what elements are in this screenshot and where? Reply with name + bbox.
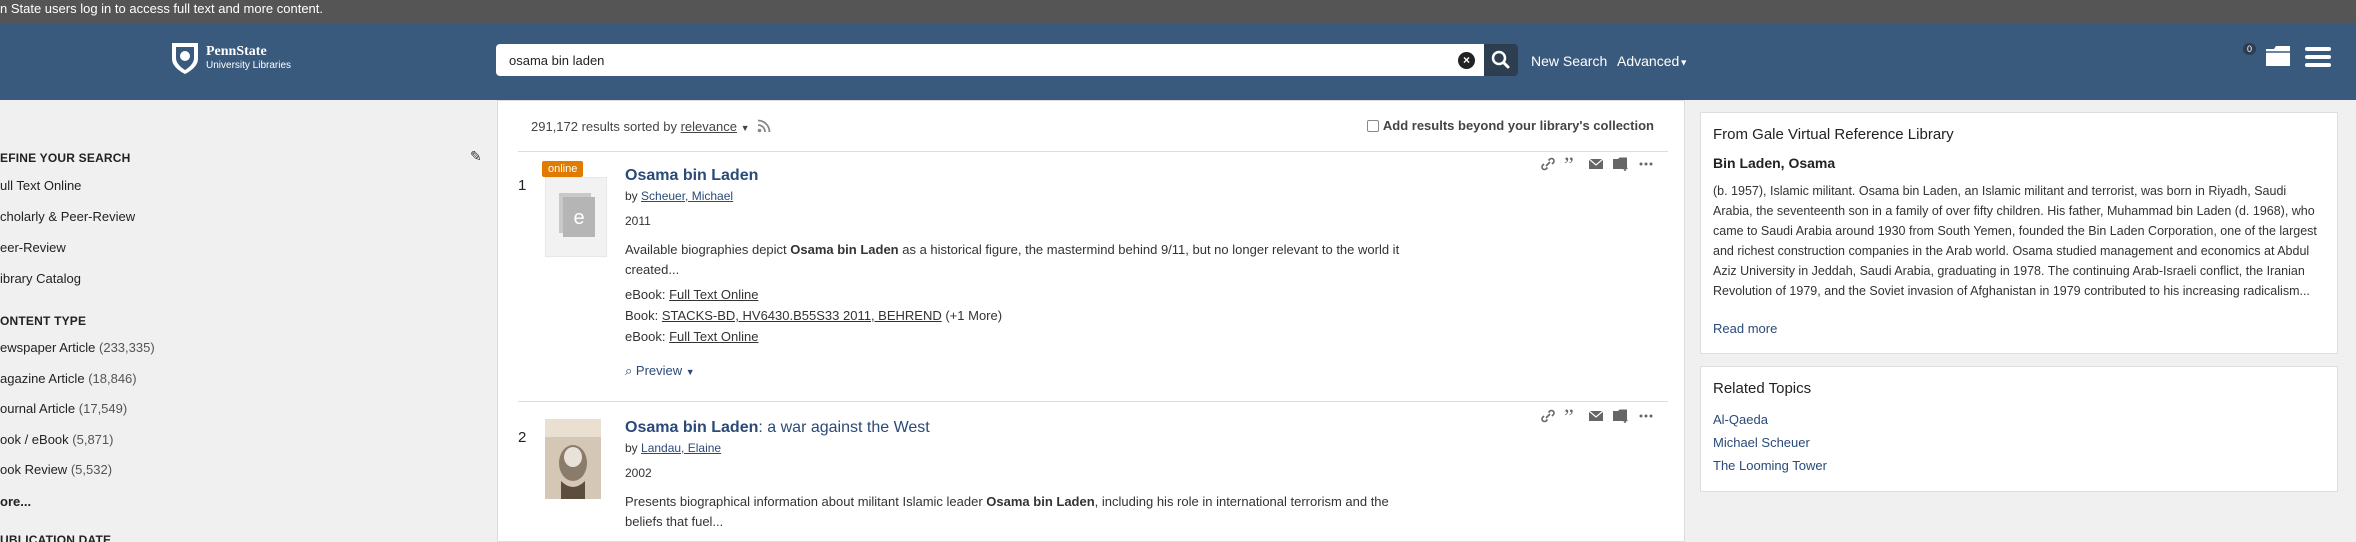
search-input[interactable] [496, 44, 1436, 76]
filter-peer-review[interactable]: eer-Review [0, 240, 66, 255]
caret-down-icon: ▼ [1679, 57, 1689, 68]
hamburger-menu-icon[interactable] [2305, 47, 2331, 71]
content-type-item[interactable]: ournal Article (17,549) [0, 401, 127, 416]
folder-icon[interactable] [2265, 45, 2291, 67]
beyond-checkbox[interactable] [1366, 119, 1379, 132]
result-number: 2 [518, 429, 527, 446]
clear-search-icon[interactable]: × [1458, 52, 1475, 69]
sort-dropdown[interactable]: relevance [681, 119, 737, 134]
publication-date-heading: UBLICATION DATE [0, 533, 112, 542]
result-title[interactable]: Osama bin Laden: a war against the West [625, 419, 930, 437]
login-notice: n State users log in to access full text… [0, 0, 2356, 23]
quote-icon[interactable]: ” [1564, 157, 1580, 171]
svg-text:e: e [573, 207, 584, 229]
filter-full-text-online[interactable]: ull Text Online [0, 178, 81, 193]
related-heading: Related Topics [1713, 380, 1812, 397]
caret-down-icon: ▼ [740, 123, 750, 133]
logo-title: PennState [206, 44, 267, 59]
results-panel: 291,172 results sorted by relevance ▼ Ad… [497, 100, 1685, 542]
filter-scholarly[interactable]: cholarly & Peer-Review [0, 209, 135, 224]
result-actions: ” [1540, 409, 1654, 423]
pennstate-logo[interactable]: PennState University Libraries [170, 41, 291, 75]
related-topic-link[interactable]: Michael Scheuer [1713, 435, 1810, 450]
add-folder-icon[interactable] [1612, 409, 1630, 423]
author-link[interactable]: Landau, Elaine [641, 441, 721, 455]
link-icon[interactable] [1540, 409, 1556, 423]
related-topic-link[interactable]: The Looming Tower [1713, 458, 1827, 473]
advanced-dropdown[interactable]: Advanced▼ [1617, 53, 1688, 69]
search-box: × [496, 44, 1484, 76]
divider [518, 401, 1668, 402]
access-line: eBook: Full Text Online [625, 287, 759, 302]
online-badge: online [542, 161, 584, 177]
result-title[interactable]: Osama bin Laden [625, 167, 758, 185]
svg-text:”: ” [1564, 409, 1574, 423]
sidebar: EFINE YOUR SEARCH ✎ ull Text Online chol… [0, 100, 494, 542]
result-actions: ” [1540, 157, 1654, 171]
full-text-link[interactable]: Full Text Online [669, 287, 758, 302]
holding-link[interactable]: STACKS-BD, HV6430.B55S33 2011, BEHREND [662, 308, 942, 323]
email-icon[interactable] [1588, 409, 1604, 423]
beyond-label: Add results beyond your library's collec… [1382, 118, 1654, 133]
logo-subtitle: University Libraries [206, 60, 292, 71]
rss-icon[interactable] [757, 119, 771, 133]
refine-heading: EFINE YOUR SEARCH [0, 151, 131, 165]
result-description: Available biographies depict Osama bin L… [625, 242, 1400, 277]
content-type-more[interactable]: ore... [0, 494, 31, 509]
quote-icon[interactable]: ” [1564, 409, 1580, 423]
author-link[interactable]: Scheuer, Michael [641, 189, 733, 203]
add-folder-icon[interactable] [1612, 157, 1630, 171]
folder-count-badge: 0 [2243, 43, 2257, 55]
holding-line: Book: STACKS-BD, HV6430.B55S33 2011, BEH… [625, 308, 1003, 323]
link-icon[interactable] [1540, 157, 1556, 171]
access-line: eBook: Full Text Online [625, 329, 759, 344]
content-type-item[interactable]: agazine Article (18,846) [0, 371, 137, 386]
result-author-line: by Landau, Elaine [625, 441, 722, 455]
svg-text:”: ” [1564, 157, 1574, 171]
result-author-line: by Scheuer, Michael [625, 189, 734, 203]
full-text-link[interactable]: Full Text Online [669, 329, 758, 344]
email-icon[interactable] [1588, 157, 1604, 171]
magnifier-icon: ⌕ [625, 363, 633, 378]
shield-icon [172, 43, 198, 74]
result-year: 2002 [625, 466, 652, 480]
content-type-item[interactable]: ook Review (5,532) [0, 462, 112, 477]
caret-down-icon: ▼ [685, 367, 695, 377]
gale-reference-panel: From Gale Virtual Reference Library Bin … [1700, 112, 2338, 354]
related-topics-panel: Related Topics Al-Qaeda Michael Scheuer … [1700, 366, 2338, 492]
advanced-label: Advanced [1617, 53, 1680, 69]
more-options-icon[interactable] [1638, 409, 1654, 423]
divider [518, 151, 1668, 152]
result-number: 1 [518, 177, 527, 194]
header: PennState University Libraries × New Sea… [0, 23, 2356, 100]
search-button[interactable] [1484, 44, 1518, 76]
content-type-heading: ONTENT TYPE [0, 314, 87, 328]
gale-heading: From Gale Virtual Reference Library [1713, 126, 1954, 143]
preview-toggle[interactable]: ⌕ Preview ▼ [625, 363, 695, 379]
book-cover-thumbnail[interactable] [545, 419, 607, 499]
gale-entry-name: Bin Laden, Osama [1713, 155, 1836, 171]
result-year: 2011 [625, 214, 651, 228]
read-more-link[interactable]: Read more [1713, 321, 1777, 336]
result-description: Presents biographical information about … [625, 494, 1389, 529]
beyond-collection-toggle[interactable]: Add results beyond your library's collec… [1366, 118, 1654, 133]
filter-library-catalog[interactable]: ibrary Catalog [0, 271, 81, 286]
more-options-icon[interactable] [1638, 157, 1654, 171]
pencil-icon[interactable]: ✎ [470, 148, 482, 165]
ebook-thumbnail-icon[interactable]: e [545, 177, 607, 257]
search-icon [1491, 50, 1510, 69]
new-search-link[interactable]: New Search [1531, 53, 1607, 69]
content-type-item[interactable]: ewspaper Article (233,335) [0, 340, 155, 355]
content-type-item[interactable]: ook / eBook (5,871) [0, 432, 113, 447]
related-topic-link[interactable]: Al-Qaeda [1713, 412, 1768, 427]
results-summary: 291,172 results sorted by relevance ▼ [531, 119, 771, 134]
gale-entry-text: (b. 1957), Islamic militant. Osama bin L… [1713, 184, 2317, 298]
